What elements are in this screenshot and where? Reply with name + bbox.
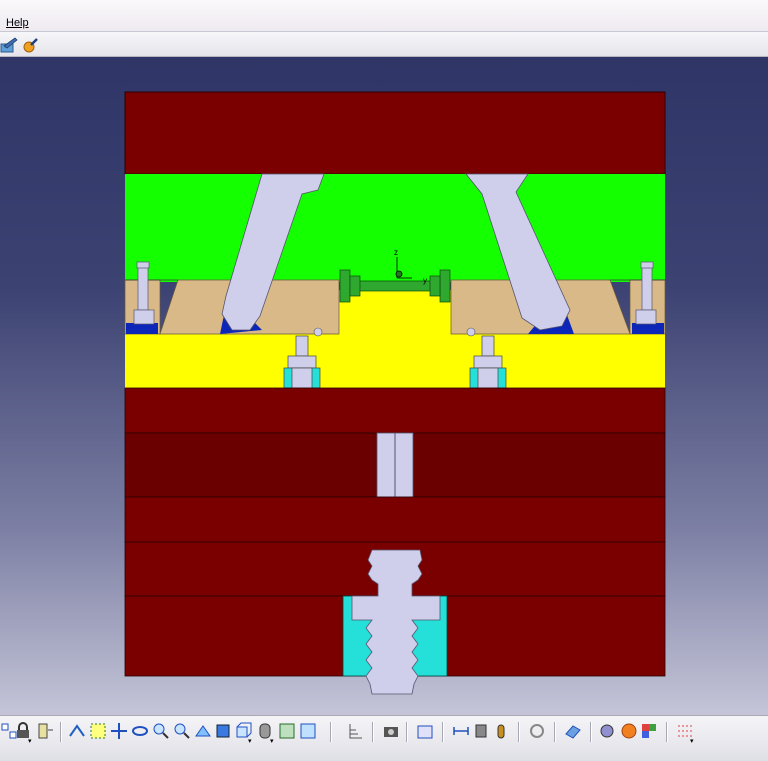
core-plate — [125, 334, 665, 388]
camera-icon[interactable] — [382, 722, 400, 740]
cavity-plate — [125, 174, 665, 282]
catalog-icon[interactable] — [640, 722, 658, 740]
ejector-plate — [124, 496, 666, 543]
update-icon[interactable] — [528, 722, 546, 740]
clamp-left — [126, 323, 158, 334]
menu-bar: Help — [0, 0, 768, 31]
zoom-out-icon[interactable] — [173, 722, 191, 740]
snapshot-icon[interactable] — [416, 722, 434, 740]
color-fill-icon[interactable] — [22, 36, 40, 54]
normal-view-icon[interactable] — [194, 722, 212, 740]
iso-view-icon[interactable] — [214, 722, 232, 740]
bottom-toolbar: ▾ ▾ ▾ ▾ — [0, 715, 768, 761]
mold-assembly: z y — [124, 91, 666, 695]
top-toolbar — [0, 31, 768, 57]
fit-all-icon[interactable] — [89, 722, 107, 740]
measure-between-icon[interactable] — [452, 722, 470, 740]
apply-material-icon[interactable] — [598, 722, 616, 740]
zoom-in-icon[interactable] — [152, 722, 170, 740]
tree-icon[interactable] — [346, 722, 364, 740]
swap-space-icon[interactable] — [299, 722, 317, 740]
inertia-icon[interactable] — [492, 722, 510, 740]
fly-mode-icon[interactable] — [68, 722, 86, 740]
render-icon[interactable] — [620, 722, 638, 740]
support-plate — [124, 387, 666, 434]
top-clamp-plate — [124, 91, 666, 175]
pan-icon[interactable] — [110, 722, 128, 740]
core-boss — [339, 290, 451, 334]
plane-icon[interactable] — [564, 722, 582, 740]
compass-z-label: z — [394, 248, 398, 257]
menu-help[interactable]: Help — [6, 16, 29, 30]
measure-item-icon[interactable] — [472, 722, 490, 740]
rotate-icon[interactable] — [131, 722, 149, 740]
compass-y-label: y — [423, 276, 427, 285]
clamp-right — [632, 323, 664, 334]
parameters-icon[interactable] — [36, 722, 54, 740]
paint-brush-icon[interactable] — [0, 36, 18, 54]
3d-viewport[interactable]: z y — [0, 57, 768, 715]
hide-show-icon[interactable] — [278, 722, 296, 740]
